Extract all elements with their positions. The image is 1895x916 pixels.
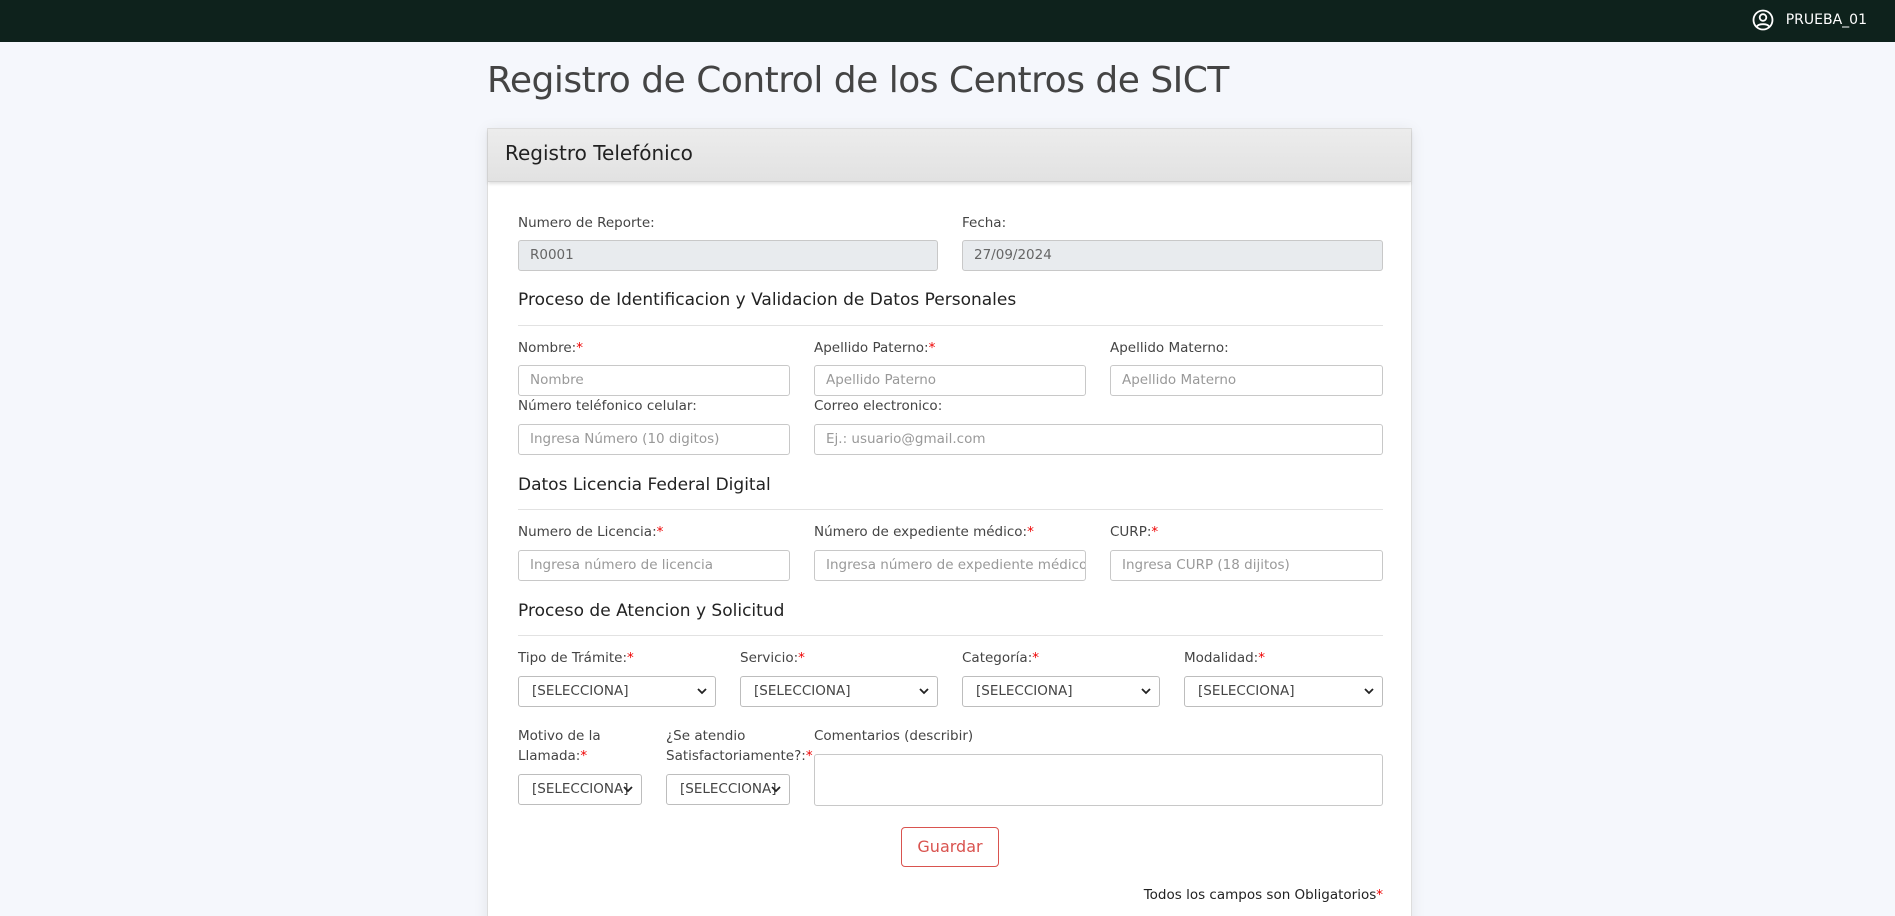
apellido-paterno-label: Apellido Paterno:* bbox=[814, 340, 936, 356]
satisfactorio-label: ¿Se atendio Satisfactoriamente?:* bbox=[666, 728, 813, 764]
correo-input[interactable]: Ej.: usuario@gmail.com bbox=[814, 424, 1383, 455]
chevron-down-icon bbox=[1364, 688, 1374, 695]
nombre-label: Nombre:* bbox=[518, 340, 583, 356]
correo-label: Correo electronico: bbox=[814, 398, 943, 414]
section-divider bbox=[518, 325, 1383, 326]
servicio-label: Servicio:* bbox=[740, 650, 805, 666]
chevron-down-icon bbox=[623, 786, 633, 793]
section-atencion-title: Proceso de Atencion y Solicitud bbox=[518, 601, 785, 621]
registro-card: Registro Telefónico Numero de Reporte: R… bbox=[487, 128, 1412, 916]
comentarios-label: Comentarios (describir) bbox=[814, 728, 974, 744]
user-name: PRUEBA_01 bbox=[1785, 12, 1867, 28]
expediente-input[interactable]: Ingresa número de expediente médico bbox=[814, 550, 1086, 581]
nombre-input[interactable]: Nombre bbox=[518, 365, 790, 396]
page-title: Registro de Control de los Centros de SI… bbox=[487, 60, 1229, 101]
chevron-down-icon bbox=[919, 688, 929, 695]
tramite-label: Tipo de Trámite:* bbox=[518, 650, 634, 666]
guardar-button[interactable]: Guardar bbox=[901, 827, 999, 867]
card-header: Registro Telefónico bbox=[488, 129, 1411, 182]
curp-input[interactable]: Ingresa CURP (18 dijitos) bbox=[1110, 550, 1383, 581]
modalidad-label: Modalidad:* bbox=[1184, 650, 1265, 666]
date-label: Fecha: bbox=[962, 215, 1007, 231]
apellido-paterno-input[interactable]: Apellido Paterno bbox=[814, 365, 1086, 396]
categoria-label: Categoría:* bbox=[962, 650, 1039, 666]
motivo-select[interactable]: [SELECCIONA] bbox=[518, 774, 642, 805]
chevron-down-icon bbox=[697, 688, 707, 695]
modalidad-select[interactable]: [SELECCIONA] bbox=[1184, 676, 1383, 707]
apellido-materno-label: Apellido Materno: bbox=[1110, 340, 1229, 356]
section-divider bbox=[518, 635, 1383, 636]
report-number-label: Numero de Reporte: bbox=[518, 215, 655, 231]
user-circle-icon bbox=[1752, 9, 1774, 31]
comentarios-textarea[interactable] bbox=[814, 754, 1383, 806]
categoria-select[interactable]: [SELECCIONA] bbox=[962, 676, 1160, 707]
apellido-materno-input[interactable]: Apellido Materno bbox=[1110, 365, 1383, 396]
chevron-down-icon bbox=[771, 786, 781, 793]
section-divider bbox=[518, 509, 1383, 510]
date-field: 27/09/2024 bbox=[962, 240, 1383, 271]
section-licencia-title: Datos Licencia Federal Digital bbox=[518, 475, 771, 495]
licencia-input[interactable]: Ingresa número de licencia bbox=[518, 550, 790, 581]
licencia-label: Numero de Licencia:* bbox=[518, 524, 664, 540]
report-number-field: R0001 bbox=[518, 240, 938, 271]
curp-label: CURP:* bbox=[1110, 524, 1159, 540]
required-note: Todos los campos son Obligatorios* bbox=[1143, 887, 1383, 903]
top-navbar: PRUEBA_01 bbox=[0, 0, 1895, 42]
satisfactorio-select[interactable]: [SELECCIONA] bbox=[666, 774, 790, 805]
tramite-select[interactable]: [SELECCIONA] bbox=[518, 676, 716, 707]
telefono-label: Número teléfonico celular: bbox=[518, 398, 697, 414]
chevron-down-icon bbox=[1141, 688, 1151, 695]
servicio-select[interactable]: [SELECCIONA] bbox=[740, 676, 938, 707]
expediente-label: Número de expediente médico:* bbox=[814, 524, 1034, 540]
user-menu[interactable]: PRUEBA_01 bbox=[1752, 9, 1867, 31]
section-personal-title: Proceso de Identificacion y Validacion d… bbox=[518, 290, 1017, 310]
telefono-input[interactable]: Ingresa Número (10 digitos) bbox=[518, 424, 790, 455]
motivo-label: Motivo de la Llamada:* bbox=[518, 728, 601, 764]
